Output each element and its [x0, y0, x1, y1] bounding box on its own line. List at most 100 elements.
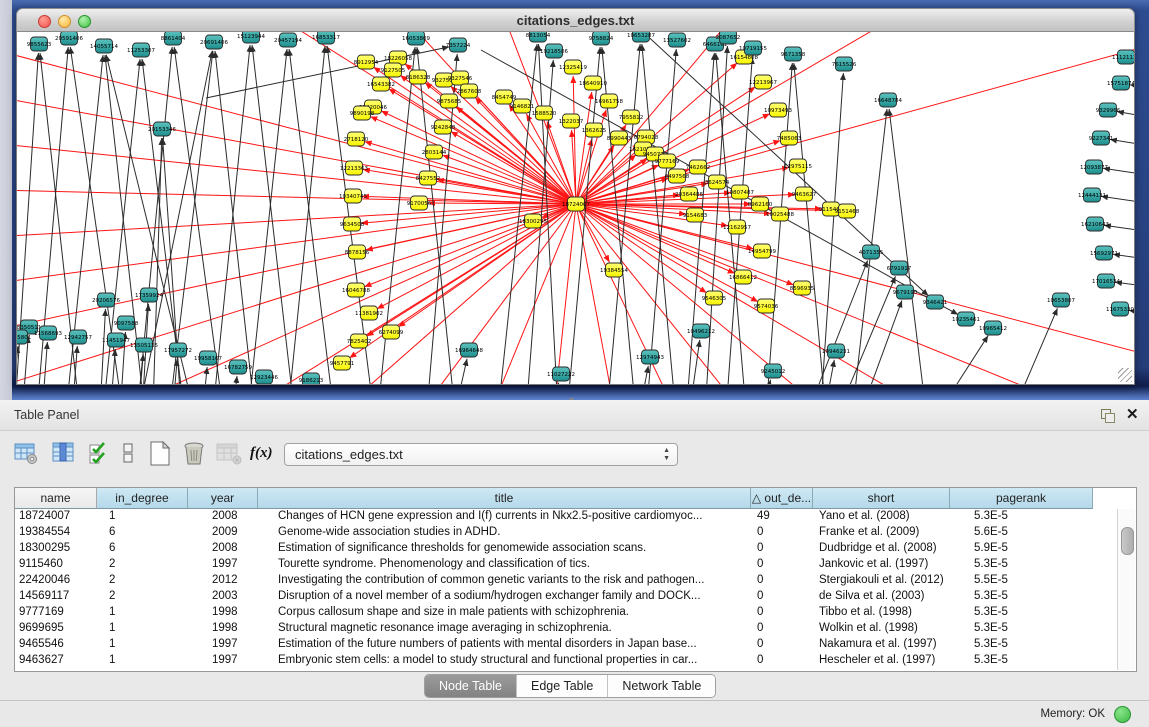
table-row[interactable]: 946554611997Estimation of the future num… [15, 637, 1136, 653]
graph-node[interactable]: 17957272 [164, 343, 192, 357]
graph-node[interactable]: 12213363 [340, 161, 368, 175]
table-cell[interactable]: 9463627 [15, 653, 97, 669]
table-cell[interactable]: Embryonic stem cells: a model to study s… [258, 653, 751, 669]
graph-node[interactable]: 20591406 [55, 32, 83, 45]
graph-node[interactable]: 16782759 [224, 360, 252, 374]
table-cell[interactable]: Structural magnetic resonance image aver… [258, 621, 751, 637]
table-cell[interactable]: 5.9E-5 [950, 541, 1093, 557]
graph-node[interactable]: 12444131 [1078, 188, 1106, 202]
table-cell[interactable]: 0 [751, 637, 813, 653]
citation-edge-red[interactable] [17, 32, 576, 204]
table-cell[interactable]: 0 [751, 573, 813, 589]
citation-edge-red[interactable] [17, 204, 576, 339]
graph-node[interactable]: 9546305 [702, 291, 727, 305]
citation-edge-red[interactable] [364, 204, 576, 287]
graph-node[interactable]: 9634508 [340, 217, 365, 231]
table-cell[interactable]: 18300295 [15, 541, 97, 557]
table-cell[interactable]: Estimation of the future numbers of pati… [258, 637, 751, 653]
graph-node[interactable]: 16964648 [455, 343, 483, 357]
graph-node[interactable]: 17359924 [135, 288, 163, 302]
graph-node[interactable]: 9875685 [437, 94, 462, 108]
table-cell[interactable]: 0 [751, 557, 813, 573]
table-row[interactable]: 1456911722003Disruption of a novel membe… [15, 589, 1136, 605]
tab-edge-table[interactable]: Edge Table [517, 675, 608, 697]
citation-edge-red[interactable] [17, 204, 576, 259]
graph-node[interactable]: 9457791 [330, 356, 355, 370]
citation-edge-red[interactable] [17, 32, 576, 204]
graph-node[interactable]: 9327546 [448, 71, 473, 85]
table-row[interactable]: 977716911998Corpus callosum shape and si… [15, 605, 1136, 621]
table-row[interactable]: 946362711997Embryonic stem cells: a mode… [15, 653, 1136, 669]
table-cell[interactable]: 9115460 [15, 557, 97, 573]
citation-edge-black[interactable] [1113, 254, 1135, 274]
table-cell[interactable]: 1997 [188, 557, 258, 573]
table-cell[interactable]: 1997 [188, 653, 258, 669]
table-cell[interactable]: 2003 [188, 589, 258, 605]
table-cell[interactable]: 2008 [188, 541, 258, 557]
table-cell[interactable]: Investigating the contribution of common… [258, 573, 751, 589]
graph-node[interactable]: 9574036 [754, 299, 779, 313]
citation-edge-black[interactable] [99, 309, 106, 385]
table-cell[interactable]: 9465546 [15, 637, 97, 653]
graph-node[interactable]: 15123944 [237, 32, 265, 43]
table-cell[interactable]: 5.3E-5 [950, 589, 1093, 605]
table-cell[interactable]: 5.3E-5 [950, 621, 1093, 637]
citation-edge-black[interactable] [1001, 308, 1057, 385]
table-cell[interactable]: 1 [97, 605, 188, 621]
table-cell[interactable]: de Silva et al. (2003) [813, 589, 950, 605]
table-cell[interactable]: 5.3E-5 [950, 653, 1093, 669]
table-cell[interactable]: 2012 [188, 573, 258, 589]
graph-node[interactable]: 20153346 [148, 122, 176, 136]
graph-node[interactable]: 11253307 [127, 43, 155, 57]
citation-edge-black[interactable] [921, 336, 988, 385]
graph-node[interactable]: 19384554 [600, 263, 628, 277]
table-cell[interactable]: 2008 [188, 509, 258, 525]
close-icon[interactable]: ✕ [1126, 405, 1139, 423]
table-cell[interactable]: 0 [751, 605, 813, 621]
graph-node[interactable]: 20206576 [92, 293, 120, 307]
graph-node[interactable]: 12162957 [723, 220, 751, 234]
graph-node[interactable]: 8427552 [416, 171, 441, 185]
table-cell[interactable]: Tourette syndrome. Phenomenology and cla… [258, 557, 751, 573]
column-header-short[interactable]: short [813, 488, 950, 509]
citation-edge-black[interactable] [1130, 85, 1135, 108]
scrollbar-thumb[interactable] [1121, 527, 1134, 555]
column-header-name[interactable]: name [15, 488, 97, 509]
graph-node[interactable]: 7955812 [619, 110, 644, 124]
network-canvas[interactable]: 1872400789129541822605891275051654338281… [16, 32, 1135, 385]
graph-node[interactable]: 1588520 [532, 106, 557, 120]
citation-edge-black[interactable] [1110, 139, 1135, 162]
table-cell[interactable]: Jankovic et al. (1997) [813, 557, 950, 573]
column-header-pagerank[interactable]: pagerank [950, 488, 1093, 509]
table-row[interactable]: 1938455462009Genome-wide association stu… [15, 525, 1136, 541]
network-table-select[interactable]: citations_edges.txt ▲▼ [284, 443, 678, 466]
graph-node[interactable]: 18640910 [579, 76, 607, 90]
graph-node[interactable]: 19218506 [540, 44, 568, 58]
table-cell[interactable]: Changes of HCN gene expression and I(f) … [258, 509, 751, 525]
table-cell[interactable]: 22420046 [15, 573, 97, 589]
table-cell[interactable]: Dudbridge et al. (2008) [813, 541, 950, 557]
new-table-icon[interactable] [148, 441, 172, 467]
table-cell[interactable]: 1 [97, 621, 188, 637]
delete-table-icon[interactable] [182, 441, 206, 467]
citation-edge-black[interactable] [889, 109, 933, 385]
table-cell[interactable]: 9777169 [15, 605, 97, 621]
graph-node[interactable]: 8861404 [161, 32, 186, 45]
citation-edge-red[interactable] [69, 32, 576, 204]
graph-node[interactable]: 9671358 [781, 47, 806, 61]
table-cell[interactable]: 0 [751, 589, 813, 605]
graph-node[interactable]: 16648784 [874, 93, 902, 107]
citation-edge-black[interactable] [636, 366, 648, 385]
tab-node-table[interactable]: Node Table [425, 675, 517, 697]
graph-node[interactable]: 9855623 [27, 37, 52, 51]
citation-edge-black[interactable] [215, 51, 261, 385]
graph-node[interactable]: 11675330 [1106, 302, 1134, 316]
table-row[interactable]: 1872400712008Changes of HCN gene express… [15, 509, 1136, 525]
column-header-title[interactable]: title [258, 488, 751, 509]
table-cell[interactable]: 5.3E-5 [950, 509, 1093, 525]
graph-node[interactable]: 9758824 [589, 32, 614, 45]
graph-node[interactable]: 7462662 [686, 160, 711, 174]
graph-node[interactable]: 17016534 [1092, 274, 1120, 288]
table-cell[interactable]: Nakamura et al. (1997) [813, 637, 950, 653]
table-cell[interactable]: Stergiakouli et al. (2012) [813, 573, 950, 589]
